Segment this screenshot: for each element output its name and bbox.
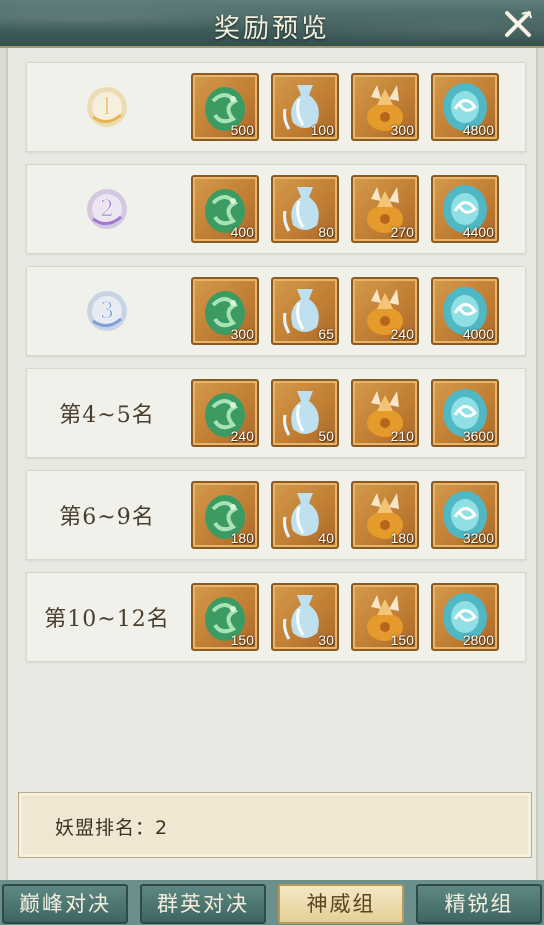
item-quantity: 210 — [390, 428, 414, 444]
reward-row: 3 300 65 240 4000 — [26, 266, 526, 356]
item-quantity: 400 — [230, 224, 254, 240]
reward-item[interactable]: 50 — [271, 379, 339, 447]
tab-bar: 巅峰对决 群英对决 神威组 精锐组 — [0, 880, 544, 925]
reward-item[interactable]: 240 — [191, 379, 259, 447]
rank-range-label: 第4~5名 — [59, 403, 155, 428]
reward-item[interactable]: 4800 — [431, 73, 499, 141]
item-quantity: 4800 — [462, 122, 494, 138]
rank-number: 1 — [100, 95, 114, 120]
item-quantity: 4000 — [462, 326, 494, 342]
reward-item[interactable]: 40 — [271, 481, 339, 549]
item-quantity: 50 — [318, 428, 334, 444]
reward-item[interactable]: 150 — [351, 583, 419, 651]
reward-row: 第4~5名 240 50 210 3600 — [26, 368, 526, 458]
tab-peak-duel[interactable]: 巅峰对决 — [2, 884, 128, 924]
close-icon[interactable] — [500, 6, 536, 42]
rank-cell: 1 — [27, 63, 187, 151]
reward-item[interactable]: 180 — [351, 481, 419, 549]
reward-row: 2 400 80 270 4400 — [26, 164, 526, 254]
item-quantity: 240 — [390, 326, 414, 342]
rank-status-box: 妖盟排名：2 — [18, 792, 532, 858]
item-quantity: 500 — [230, 122, 254, 138]
rank-number: 3 — [100, 299, 114, 324]
item-quantity: 300 — [230, 326, 254, 342]
reward-item[interactable]: 210 — [351, 379, 419, 447]
item-quantity: 80 — [318, 224, 334, 240]
rank-cell: 2 — [27, 165, 187, 253]
item-quantity: 180 — [390, 530, 414, 546]
reward-row: 第6~9名 180 40 180 3200 — [26, 470, 526, 560]
item-quantity: 150 — [390, 632, 414, 648]
tab-elite-duel[interactable]: 群英对决 — [140, 884, 266, 924]
reward-item[interactable]: 3200 — [431, 481, 499, 549]
reward-item[interactable]: 270 — [351, 175, 419, 243]
reward-item[interactable]: 30 — [271, 583, 339, 651]
rank-range-label: 第6~9名 — [59, 505, 155, 530]
reward-item[interactable]: 150 — [191, 583, 259, 651]
item-quantity: 150 — [230, 632, 254, 648]
reward-row: 第10~12名 150 30 150 2800 — [26, 572, 526, 662]
tab-vanguard-group[interactable]: 精锐组 — [416, 884, 542, 924]
item-quantity: 300 — [390, 122, 414, 138]
rank-cell: 第10~12名 — [27, 573, 187, 661]
reward-item[interactable]: 180 — [191, 481, 259, 549]
item-quantity: 3600 — [462, 428, 494, 444]
reward-item[interactable]: 240 — [351, 277, 419, 345]
rank-cell: 第4~5名 — [27, 369, 187, 457]
rank-medal-1-icon: 1 — [87, 87, 127, 127]
item-quantity: 100 — [310, 122, 334, 138]
rank-number: 2 — [100, 197, 114, 222]
reward-item[interactable]: 500 — [191, 73, 259, 141]
item-quantity: 270 — [390, 224, 414, 240]
rank-range-label: 第10~12名 — [44, 607, 170, 632]
reward-item[interactable]: 300 — [351, 73, 419, 141]
reward-item[interactable]: 80 — [271, 175, 339, 243]
reward-item[interactable]: 65 — [271, 277, 339, 345]
reward-row: 1 500 100 300 4800 — [26, 62, 526, 152]
rank-medal-3-icon: 3 — [87, 291, 127, 331]
item-quantity: 2800 — [462, 632, 494, 648]
item-quantity: 4400 — [462, 224, 494, 240]
item-quantity: 65 — [318, 326, 334, 342]
reward-item[interactable]: 3600 — [431, 379, 499, 447]
rank-cell: 3 — [27, 267, 187, 355]
item-quantity: 180 — [230, 530, 254, 546]
item-quantity: 30 — [318, 632, 334, 648]
reward-item[interactable]: 4000 — [431, 277, 499, 345]
item-quantity: 3200 — [462, 530, 494, 546]
reward-item[interactable]: 4400 — [431, 175, 499, 243]
page-title: 奖励预览 — [213, 14, 330, 44]
header-bar: 奖励预览 — [0, 0, 544, 48]
item-quantity: 240 — [230, 428, 254, 444]
reward-item[interactable]: 400 — [191, 175, 259, 243]
rank-medal-2-icon: 2 — [87, 189, 127, 229]
item-quantity: 40 — [318, 530, 334, 546]
rank-cell: 第6~9名 — [27, 471, 187, 559]
alliance-rank-text: 妖盟排名：2 — [55, 817, 169, 839]
reward-item[interactable]: 100 — [271, 73, 339, 141]
reward-item[interactable]: 2800 — [431, 583, 499, 651]
tab-divine-group[interactable]: 神威组 — [278, 884, 404, 924]
reward-item[interactable]: 300 — [191, 277, 259, 345]
